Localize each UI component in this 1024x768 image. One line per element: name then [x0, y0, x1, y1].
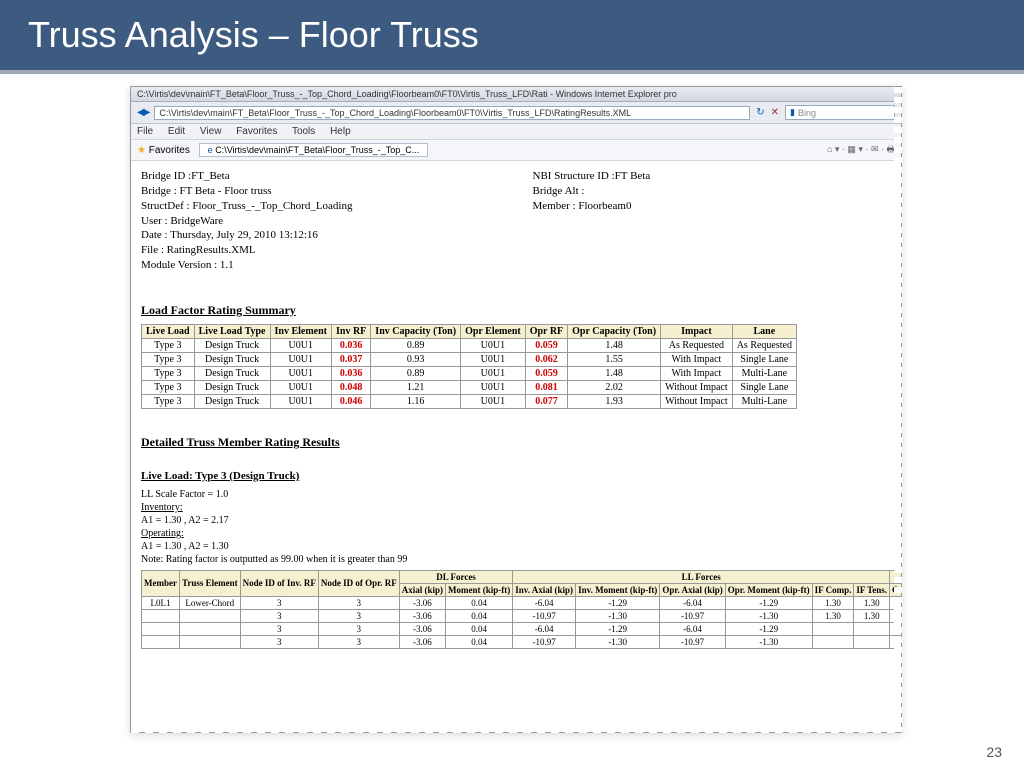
col-moment: Moment (kip-ft)	[446, 583, 513, 596]
module-version: Module Version : 1.1	[141, 258, 353, 273]
star-icon[interactable]: ★	[137, 145, 146, 156]
table-row: Type 3Design TruckU0U10.0360.89U0U10.059…	[142, 366, 797, 380]
col-oprax: Opr. Axial (kip)	[660, 583, 725, 596]
table-row: 33-3.060.04-6.04-1.29-6.04-1.29-168.8515…	[142, 622, 902, 635]
menu-edit[interactable]: Edit	[168, 126, 185, 137]
nbi-id: NBI Structure ID :FT Beta	[533, 169, 651, 184]
col-invax: Inv. Axial (kip)	[513, 583, 576, 596]
feed-icon[interactable]: ▦	[847, 144, 856, 154]
bridge-id: Bridge ID :FT_Beta	[141, 169, 353, 184]
mail-icon[interactable]: ✉	[871, 144, 879, 154]
table-row: 33-3.060.04-10.97-1.30-10.97-1.301.301.3…	[142, 609, 902, 622]
address-input[interactable]: C:\Virtis\dev\main\FT_Beta\Floor_Truss_-…	[154, 106, 750, 120]
detail-heading: Detailed Truss Member Rating Results	[141, 435, 891, 450]
col-header: Impact	[661, 324, 733, 338]
stop-icon[interactable]: ✕	[771, 107, 779, 118]
col-nodeopr: Node ID of Opr. RF	[318, 570, 399, 596]
menu-file[interactable]: File	[137, 126, 153, 137]
menu-favorites[interactable]: Favorites	[236, 126, 277, 137]
operating-label: Operating:	[141, 527, 891, 540]
slide-body: C:\Virtis\dev\main\FT_Beta\Floor_Truss_-…	[0, 74, 1024, 733]
live-load-heading: Live Load: Type 3 (Design Truck)	[141, 470, 891, 482]
page-content: Bridge ID :FT_Beta Bridge : FT Beta - Fl…	[131, 161, 901, 732]
col-ift: IF Tens.	[854, 583, 890, 596]
col-axial: Axial (kip)	[399, 583, 445, 596]
home-icon[interactable]: ⌂	[827, 144, 832, 154]
toolbar-icons: ⌂ ▾ · ▦ ▾ · ✉ · 🖶	[827, 142, 895, 158]
search-placeholder: Bing	[798, 108, 816, 118]
inventory-label: Inventory:	[141, 501, 891, 514]
search-input[interactable]: ▮Bing	[785, 105, 895, 120]
summary-table: Live LoadLive Load TypeInv ElementInv RF…	[141, 324, 797, 409]
ie-icon: e	[208, 145, 213, 155]
col-oprmo: Opr. Moment (kip-ft)	[725, 583, 812, 596]
operating-values: A1 = 1.30 , A2 = 1.30	[141, 540, 891, 553]
nav-back-forward-icon[interactable]: ◀▶	[137, 107, 148, 118]
table-row: Type 3Design TruckU0U10.0360.89U0U10.059…	[142, 338, 797, 352]
detail-table: Member Truss Element Node ID of Inv. RF …	[141, 570, 901, 649]
col-header: Opr Element	[461, 324, 526, 338]
browser-tab[interactable]: e C:\Virtis\dev\main\FT_Beta\Floor_Truss…	[199, 143, 429, 157]
col-invmo: Inv. Moment (kip-ft)	[576, 583, 660, 596]
browser-titlebar: C:\Virtis\dev\main\FT_Beta\Floor_Truss_-…	[131, 87, 901, 102]
table-row: L0L1Lower-Chord33-3.060.04-6.04-1.29-6.0…	[142, 596, 902, 609]
col-header: Inv RF	[332, 324, 371, 338]
refresh-icon[interactable]: ↻	[756, 107, 764, 118]
rf-note: Note: Rating factor is outputted as 99.0…	[141, 553, 891, 566]
col-dl: DL Forces	[399, 570, 513, 583]
slide-header: Truss Analysis – Floor Truss	[0, 0, 1024, 74]
table-header-row: Live LoadLive Load TypeInv ElementInv RF…	[142, 324, 797, 338]
summary-heading: Load Factor Rating Summary	[141, 303, 891, 318]
table-row: Type 3Design TruckU0U10.0370.93U0U10.062…	[142, 352, 797, 366]
notes-block: LL Scale Factor = 1.0 Inventory: A1 = 1.…	[141, 488, 891, 566]
col-ifc: IF Comp.	[812, 583, 854, 596]
col-truss: Truss Element	[179, 570, 240, 596]
menu-help[interactable]: Help	[330, 126, 351, 137]
col-header: Opr Capacity (Ton)	[568, 324, 661, 338]
member: Member : Floorbeam0	[533, 199, 651, 214]
browser-window: C:\Virtis\dev\main\FT_Beta\Floor_Truss_-…	[130, 86, 902, 733]
scale-factor: LL Scale Factor = 1.0	[141, 488, 891, 501]
bing-icon: ▮	[790, 107, 795, 118]
bridge-alt: Bridge Alt :	[533, 184, 651, 199]
menu-tools[interactable]: Tools	[292, 126, 315, 137]
info-right: NBI Structure ID :FT Beta Bridge Alt : M…	[533, 169, 651, 273]
col-ll: LL Forces	[513, 570, 890, 583]
col-member: Member	[142, 570, 180, 596]
col-header: Inv Element	[270, 324, 332, 338]
torn-edge-bottom	[131, 727, 901, 733]
detail-header-row-1: Member Truss Element Node ID of Inv. RF …	[142, 570, 902, 583]
page-number: 23	[986, 744, 1002, 760]
slide-title: Truss Analysis – Floor Truss	[28, 14, 996, 56]
menu-bar: File Edit View Favorites Tools Help	[131, 124, 901, 140]
table-row: Type 3Design TruckU0U10.0461.16U0U10.077…	[142, 394, 797, 408]
torn-edge-right	[894, 87, 902, 732]
info-left: Bridge ID :FT_Beta Bridge : FT Beta - Fl…	[141, 169, 353, 273]
tab-label: C:\Virtis\dev\main\FT_Beta\Floor_Truss_-…	[215, 145, 419, 155]
col-header: Opr RF	[525, 324, 567, 338]
col-header: Live Load Type	[194, 324, 270, 338]
info-columns: Bridge ID :FT_Beta Bridge : FT Beta - Fl…	[141, 169, 891, 273]
favorites-bar: ★ Favorites e C:\Virtis\dev\main\FT_Beta…	[131, 140, 901, 161]
menu-view[interactable]: View	[200, 126, 222, 137]
date: Date : Thursday, July 29, 2010 13:12:16	[141, 228, 353, 243]
table-row: Type 3Design TruckU0U10.0481.21U0U10.081…	[142, 380, 797, 394]
bridge-name: Bridge : FT Beta - Floor truss	[141, 184, 353, 199]
favorites-label[interactable]: Favorites	[149, 145, 190, 156]
col-header: Lane	[732, 324, 796, 338]
col-nodeinv: Node ID of Inv. RF	[240, 570, 318, 596]
file: File : RatingResults.XML	[141, 243, 353, 258]
inventory-values: A1 = 1.30 , A2 = 2.17	[141, 514, 891, 527]
user: User : BridgeWare	[141, 214, 353, 229]
struct-def: StructDef : Floor_Truss_-_Top_Chord_Load…	[141, 199, 353, 214]
col-header: Live Load	[142, 324, 195, 338]
col-header: Inv Capacity (Ton)	[371, 324, 461, 338]
address-bar: ◀▶ C:\Virtis\dev\main\FT_Beta\Floor_Trus…	[131, 102, 901, 124]
table-row: 33-3.060.04-10.97-1.30-10.97-1.30-168.85…	[142, 635, 902, 648]
